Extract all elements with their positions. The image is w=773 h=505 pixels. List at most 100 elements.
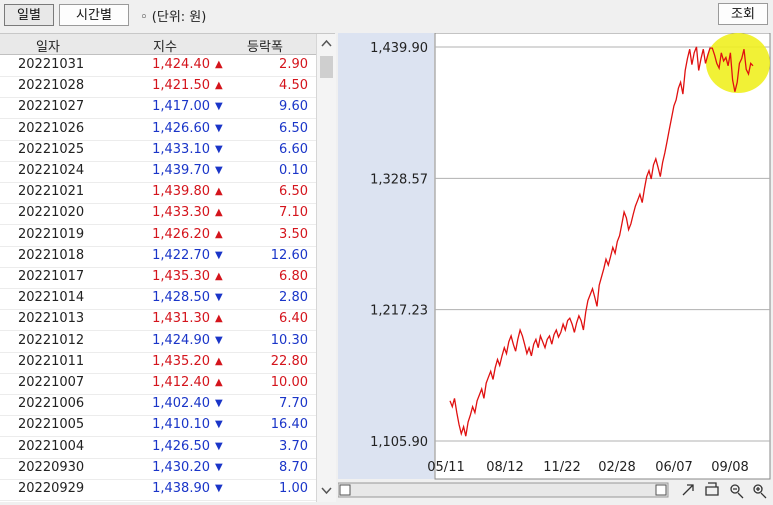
table-row[interactable]: 20221018 1,422.70 ▼ 12.60 [0,246,316,268]
print-icon[interactable] [705,482,719,496]
cell-change: 9.60 [279,99,308,115]
cell-change: 2.80 [279,290,308,306]
arrow-down-icon: ▼ [215,461,223,473]
expand-icon[interactable] [682,484,694,496]
cell-change: 10.30 [270,332,308,348]
table-row[interactable]: 20221014 1,428.50 ▼ 2.80 [0,288,316,311]
search-button[interactable]: 조회 [718,3,768,25]
arrow-up-icon: ▲ [215,80,223,92]
table-row[interactable]: 20221013 1,431.30 ▲ 6.40 [0,309,316,332]
cell-date: 20221004 [18,438,85,454]
table-row[interactable]: 20221004 1,426.50 ▼ 3.70 [0,437,316,459]
cell-change: 3.70 [279,438,308,454]
cell-date: 20221031 [18,57,85,72]
vertical-scrollbar[interactable] [316,34,336,502]
table-row[interactable]: 20221027 1,417.00 ▼ 9.60 [0,97,316,120]
cell-index: 1,426.20 [152,226,210,242]
cell-date: 20220930 [18,459,85,475]
tab-hourly[interactable]: 시간별 [59,4,129,26]
scroll-right-icon [655,484,667,496]
cell-date: 20221005 [18,417,85,433]
x-tick-label: 09/08 [711,460,748,475]
cell-date: 20221025 [18,141,85,157]
cell-date: 20221018 [18,247,85,263]
cell-index: 1,430.20 [152,459,210,475]
cell-index: 1,424.90 [152,332,210,348]
cell-change: 7.70 [279,396,308,412]
y-tick-label: 1,328.57 [370,172,428,187]
table-row[interactable]: 20221026 1,426.60 ▼ 6.50 [0,119,316,141]
table-row[interactable]: 20221007 1,412.40 ▲ 10.00 [0,373,316,395]
zoom-out-icon[interactable] [730,484,744,499]
arrow-down-icon: ▼ [215,419,223,431]
table-row[interactable]: 20221021 1,439.80 ▲ 6.50 [0,182,316,205]
cell-date: 20221024 [18,163,85,178]
cell-index: 1,433.10 [152,141,210,157]
table-row[interactable]: 20221005 1,410.10 ▼ 16.40 [0,415,316,438]
header-date[interactable]: 일자 [18,36,78,55]
cell-date: 20221014 [18,290,85,306]
cell-index: 1,431.30 [152,311,210,327]
cell-change: 12.60 [270,247,308,263]
cell-index: 1,402.40 [152,396,210,412]
x-tick-label: 05/11 [427,460,464,475]
cell-change: 16.40 [270,417,308,433]
cell-index: 1,433.30 [152,205,210,221]
cell-index: 1,438.90 [152,481,210,496]
tab-daily[interactable]: 일별 [4,4,54,26]
arrow-down-icon: ▼ [215,292,223,304]
table-row[interactable]: 20221006 1,402.40 ▼ 7.70 [0,394,316,417]
cell-change: 22.80 [270,353,308,369]
cell-index: 1,439.80 [152,184,210,200]
x-tick-label: 11/22 [543,460,580,475]
cell-date: 20221028 [18,78,85,94]
cell-index: 1,435.20 [152,353,210,369]
header-change[interactable]: 등락폭 [225,36,305,55]
cell-date: 20221012 [18,332,85,348]
cell-change: 6.40 [279,311,308,327]
cell-index: 1,421.50 [152,78,210,94]
header-index[interactable]: 지수 [120,36,210,55]
table-row[interactable]: 20221028 1,421.50 ▲ 4.50 [0,76,316,99]
zoom-in-icon[interactable] [753,484,767,499]
cell-change: 6.50 [279,120,308,136]
index-line-chart: 1,439.90 1,328.57 1,217.23 1,105.90 05/11 08/… [337,32,771,499]
cell-index: 1,439.70 [152,163,210,178]
arrow-down-icon: ▼ [215,483,223,494]
cell-change: 2.90 [279,57,308,72]
table-row[interactable]: 20221011 1,435.20 ▲ 22.80 [0,352,316,374]
cell-index: 1,417.00 [152,99,210,115]
scrollbar-thumb[interactable] [320,56,333,78]
cell-change: 7.10 [279,205,308,221]
cell-date: 20221026 [18,120,85,136]
cell-date: 20221027 [18,99,85,115]
scroll-up-icon[interactable] [317,34,336,54]
arrow-down-icon: ▼ [215,143,223,155]
table-row[interactable]: 20221017 1,435.30 ▲ 6.80 [0,267,316,289]
plot-area [434,32,771,480]
cell-index: 1,412.40 [152,375,210,390]
x-tick-label: 08/12 [486,460,523,475]
index-table: 일자 지수 등락폭 20221031 1,424.40 ▲ 2.90 20221028 1… [0,33,336,502]
cell-date: 20221019 [18,226,85,242]
unit-label: ◦ (단위: 원) [140,10,207,25]
highlight-mark [706,33,770,93]
cell-date: 20221020 [18,205,85,221]
table-row[interactable]: 20221012 1,424.90 ▼ 10.30 [0,331,316,353]
table-row[interactable]: 20220929 1,438.90 ▼ 1.00 [0,479,316,501]
arrow-down-icon: ▼ [215,165,223,176]
table-row[interactable]: 20221024 1,439.70 ▼ 0.10 [0,161,316,183]
table-row[interactable]: 20220930 1,430.20 ▼ 8.70 [0,458,316,480]
scroll-down-icon[interactable] [317,480,336,500]
table-row[interactable]: 20221019 1,426.20 ▲ 3.50 [0,225,316,247]
table-row[interactable]: 20221020 1,433.30 ▲ 7.10 [0,203,316,226]
table-row[interactable]: 20221025 1,433.10 ▼ 6.60 [0,140,316,162]
scroll-left-icon [339,484,351,496]
table-row[interactable]: 20221031 1,424.40 ▲ 2.90 [0,55,316,77]
y-axis-panel [338,33,434,479]
cell-change: 1.00 [279,481,308,496]
y-tick-label: 1,217.23 [370,304,428,319]
arrow-down-icon: ▼ [215,122,223,134]
cell-change: 10.00 [270,375,308,390]
arrow-up-icon: ▲ [215,186,223,198]
